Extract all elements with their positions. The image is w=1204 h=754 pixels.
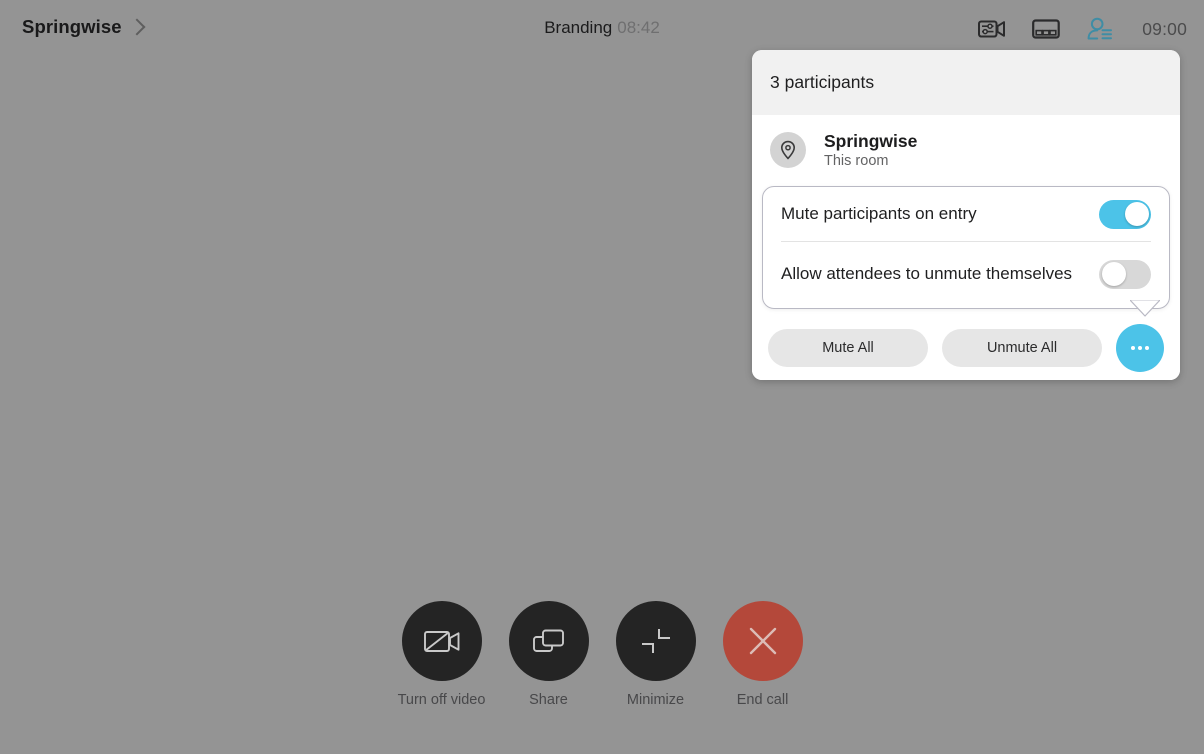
more-options-button[interactable]: [1116, 324, 1164, 372]
end-call-button-circle[interactable]: [722, 601, 803, 681]
turn-off-video-button-circle[interactable]: [401, 601, 482, 681]
toggle-knob: [1124, 202, 1149, 226]
popover-tail: [1130, 300, 1160, 317]
list-item[interactable]: Springwise This room: [752, 115, 1180, 175]
mute-on-entry-toggle[interactable]: [1099, 199, 1151, 229]
share-button[interactable]: Share: [508, 601, 589, 708]
mute-all-button[interactable]: Mute All: [768, 329, 928, 367]
participants-icon[interactable]: [1084, 15, 1116, 43]
minimize-label: Minimize: [626, 692, 685, 708]
ellipsis-icon: [1138, 346, 1142, 350]
video-off-icon: [423, 631, 459, 652]
participant-meta: Springwise This room: [824, 130, 917, 171]
allow-unmute-toggle[interactable]: [1099, 259, 1151, 289]
setting-label: Allow attendees to unmute themselves: [781, 263, 1073, 283]
ellipsis-icon: [1131, 346, 1135, 350]
share-screen-icon: [532, 629, 564, 652]
participant-subtitle: This room: [824, 152, 889, 169]
minimize-button[interactable]: Minimize: [615, 601, 696, 708]
share-label: Share: [529, 692, 568, 708]
setting-row-allow-unmute[interactable]: Allow attendees to unmute themselves: [763, 242, 1169, 308]
camera-settings-icon[interactable]: [976, 15, 1008, 43]
location-pin-icon: [780, 140, 796, 160]
avatar: [770, 132, 806, 168]
participants-panel-footer: Mute All Unmute All: [752, 316, 1180, 380]
system-clock: 09:00: [1142, 18, 1187, 39]
participants-panel-header: 3 participants: [752, 50, 1180, 115]
setting-row-mute-on-entry[interactable]: Mute participants on entry: [763, 187, 1169, 241]
meeting-elapsed-time: 08:42: [617, 18, 660, 37]
end-call-label: End call: [736, 692, 789, 708]
toggle-knob: [1101, 262, 1126, 286]
meeting-title: Branding: [544, 18, 613, 37]
turn-off-video-label: Turn off video: [397, 692, 486, 708]
participants-count-label: 3 participants: [770, 72, 875, 92]
mute-settings-popover: Mute participants on entry Allow attende…: [762, 186, 1170, 309]
end-call-icon: [749, 627, 776, 655]
turn-off-video-button[interactable]: Turn off video: [398, 601, 485, 708]
unmute-all-button[interactable]: Unmute All: [942, 329, 1102, 367]
layout-icon[interactable]: [1030, 15, 1062, 43]
top-bar-actions: 09:00: [976, 12, 1187, 46]
ellipsis-icon: [1145, 346, 1149, 350]
end-call-button[interactable]: End call: [722, 601, 803, 708]
share-button-circle[interactable]: [508, 601, 589, 681]
minimize-button-circle[interactable]: [615, 601, 696, 681]
participant-name: Springwise: [824, 130, 918, 151]
call-controls-toolbar: Turn off video Share Minimize End call: [0, 601, 1204, 708]
setting-label: Mute participants on entry: [781, 203, 977, 223]
minimize-icon: [641, 629, 670, 653]
